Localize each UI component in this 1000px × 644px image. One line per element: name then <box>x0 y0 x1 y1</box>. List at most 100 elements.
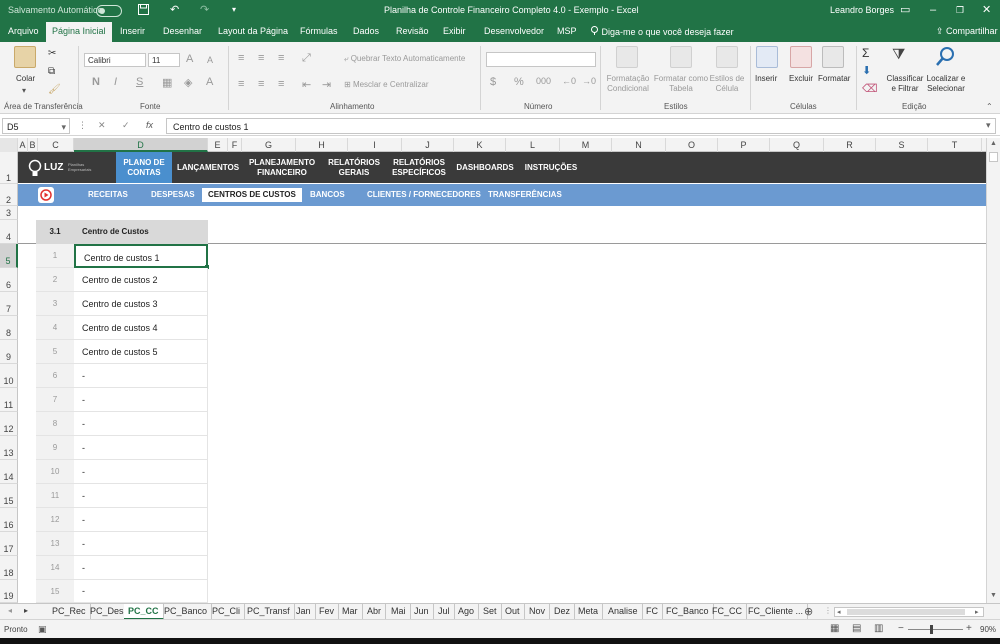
sheet-tab-mai[interactable]: Mai <box>387 604 411 620</box>
add-sheet-icon[interactable]: ⊕ <box>804 605 813 618</box>
zoom-slider-thumb[interactable] <box>930 625 933 634</box>
sheet-tab-meta[interactable]: Meta <box>574 604 604 620</box>
percent-style-icon[interactable]: % <box>514 76 524 88</box>
page-break-view-icon[interactable]: ▥ <box>874 623 883 634</box>
subnav-clientes-fornecedores[interactable]: CLIENTES / FORNECEDORES <box>367 184 481 206</box>
column-header-m[interactable]: M <box>560 138 612 152</box>
accounting-format-icon[interactable]: $ <box>490 76 496 88</box>
subnav-receitas[interactable]: RECEITAS <box>88 184 128 206</box>
column-header-n[interactable]: N <box>612 138 666 152</box>
row-header-3[interactable]: 3 <box>0 206 18 220</box>
format-table-icon[interactable] <box>670 46 692 68</box>
row-header-12[interactable]: 12 <box>0 412 18 436</box>
close-icon[interactable]: ✕ <box>982 4 991 16</box>
column-header-a[interactable]: A <box>18 138 28 152</box>
column-header-q[interactable]: Q <box>770 138 824 152</box>
tab-exibir[interactable]: Exibir <box>443 26 466 36</box>
row-header-6[interactable]: 6 <box>0 268 18 292</box>
column-header-c[interactable]: C <box>38 138 74 152</box>
nav-instrucoes[interactable]: INSTRUÇÕES <box>522 152 580 183</box>
align-center-icon[interactable]: ≡ <box>258 78 264 90</box>
expand-formula-icon[interactable]: ▾ <box>986 120 991 131</box>
minimize-icon[interactable]: – <box>930 4 936 16</box>
insert-cells-icon[interactable] <box>756 46 778 68</box>
zoom-slider[interactable] <box>908 629 963 630</box>
column-header-l[interactable]: L <box>506 138 560 152</box>
table-cell-d5[interactable]: Centro de custos 1 <box>74 244 208 268</box>
italic-button[interactable]: I <box>114 76 117 88</box>
align-middle-icon[interactable]: ≡ <box>258 52 264 64</box>
decrease-decimal-icon[interactable]: →0 <box>582 76 596 86</box>
table-cell[interactable]: - <box>74 436 208 460</box>
delete-cells-icon[interactable] <box>790 46 812 68</box>
sheet-tab-jun[interactable]: Jun <box>410 604 434 620</box>
sheet-tab-fc-banco[interactable]: FC_Banco <box>662 604 714 620</box>
sheet-tab-mar[interactable]: Mar <box>338 604 363 620</box>
autosave-toggle[interactable] <box>96 5 122 17</box>
sheet-tab-pc-des[interactable]: PC_Des <box>86 604 129 620</box>
collapse-ribbon-icon[interactable]: ⌃ <box>986 102 993 111</box>
row-header-7[interactable]: 7 <box>0 292 18 316</box>
row-header-11[interactable]: 11 <box>0 388 18 412</box>
nav-relatorios-gerais[interactable]: RELATÓRIOS GERAIS <box>324 152 384 183</box>
horizontal-scroll-thumb[interactable] <box>847 609 965 615</box>
prev-sheet-icon[interactable]: ◂ <box>8 606 12 615</box>
row-header-15[interactable]: 15 <box>0 484 18 508</box>
column-header-b[interactable]: B <box>28 138 38 152</box>
share-button[interactable]: ⇪ Compartilhar <box>936 26 998 37</box>
ribbon-display-icon[interactable]: ▭ <box>900 4 910 16</box>
scroll-up-icon[interactable]: ▲ <box>990 140 997 147</box>
font-color-icon[interactable]: A <box>206 76 213 88</box>
column-header-o[interactable]: O <box>666 138 718 152</box>
video-play-button[interactable] <box>38 187 54 203</box>
redo-icon[interactable]: ↷ <box>200 4 209 16</box>
row-header-13[interactable]: 13 <box>0 436 18 460</box>
confirm-entry-icon[interactable]: ✓ <box>122 120 130 131</box>
column-header-e[interactable]: E <box>208 138 228 152</box>
tab-msp[interactable]: MSP <box>557 26 577 36</box>
scroll-left-icon[interactable]: ◂ <box>837 608 841 616</box>
sheet-tab-pc-cli[interactable]: PC_Cli <box>208 604 246 620</box>
format-cells-icon[interactable] <box>822 46 844 68</box>
grow-font-icon[interactable]: A <box>186 53 193 65</box>
cell-styles-icon[interactable] <box>716 46 738 68</box>
table-cell[interactable]: - <box>74 556 208 580</box>
increase-indent-icon[interactable]: ⇥ <box>322 78 331 91</box>
customize-toolbar-icon[interactable]: ▾ <box>232 4 236 16</box>
sheet-tab-pc-rec[interactable]: PC_Rec <box>48 604 91 620</box>
formula-input[interactable]: Centro de custos 1 <box>166 118 996 134</box>
sheet-tab-dez[interactable]: Dez <box>550 604 576 620</box>
column-header-j[interactable]: J <box>402 138 454 152</box>
paste-button[interactable]: Colar <box>16 74 35 83</box>
find-select-button[interactable]: Localizar e Selecionar <box>924 74 968 94</box>
sheet-tab-abr[interactable]: Abr <box>363 604 387 620</box>
sheet-tab-out[interactable]: Out <box>501 604 525 620</box>
align-top-icon[interactable]: ≡ <box>238 52 244 64</box>
sheet-tab-ago[interactable]: Ago <box>454 604 480 620</box>
row-header-8[interactable]: 8 <box>0 316 18 340</box>
align-left-icon[interactable]: ≡ <box>238 78 244 90</box>
align-bottom-icon[interactable]: ≡ <box>278 52 284 64</box>
subnav-transferencias[interactable]: TRANSFERÊNCIAS <box>488 184 562 206</box>
column-header-f[interactable]: F <box>228 138 242 152</box>
bold-button[interactable]: N <box>92 76 100 88</box>
undo-icon[interactable]: ↶ <box>170 4 179 16</box>
column-header-s[interactable]: S <box>876 138 928 152</box>
insert-cells-button[interactable]: Inserir <box>755 74 777 83</box>
user-name[interactable]: Leandro Borges <box>830 5 894 15</box>
tab-dados[interactable]: Dados <box>353 26 379 36</box>
format-table-button[interactable]: Formatar como Tabela <box>652 74 710 94</box>
sheet-tab-fev[interactable]: Fev <box>315 604 340 620</box>
underline-button[interactable]: S <box>136 76 143 88</box>
table-cell[interactable]: Centro de custos 5 <box>74 340 208 364</box>
row-header-16[interactable]: 16 <box>0 508 18 532</box>
select-all-corner[interactable] <box>0 138 18 152</box>
restore-icon[interactable]: ❐ <box>956 4 964 16</box>
sheet-tab-pc-cc[interactable]: PC_CC <box>124 604 164 620</box>
wrap-text-button[interactable]: ⤶ Quebrar Texto Automaticamente <box>344 54 465 64</box>
find-select-icon[interactable] <box>934 46 956 70</box>
tab-formulas[interactable]: Fórmulas <box>300 26 338 36</box>
row-header-18[interactable]: 18 <box>0 556 18 580</box>
sheet-tab-analise[interactable]: Analise <box>604 604 643 620</box>
font-size-select[interactable]: 11 <box>148 53 180 67</box>
